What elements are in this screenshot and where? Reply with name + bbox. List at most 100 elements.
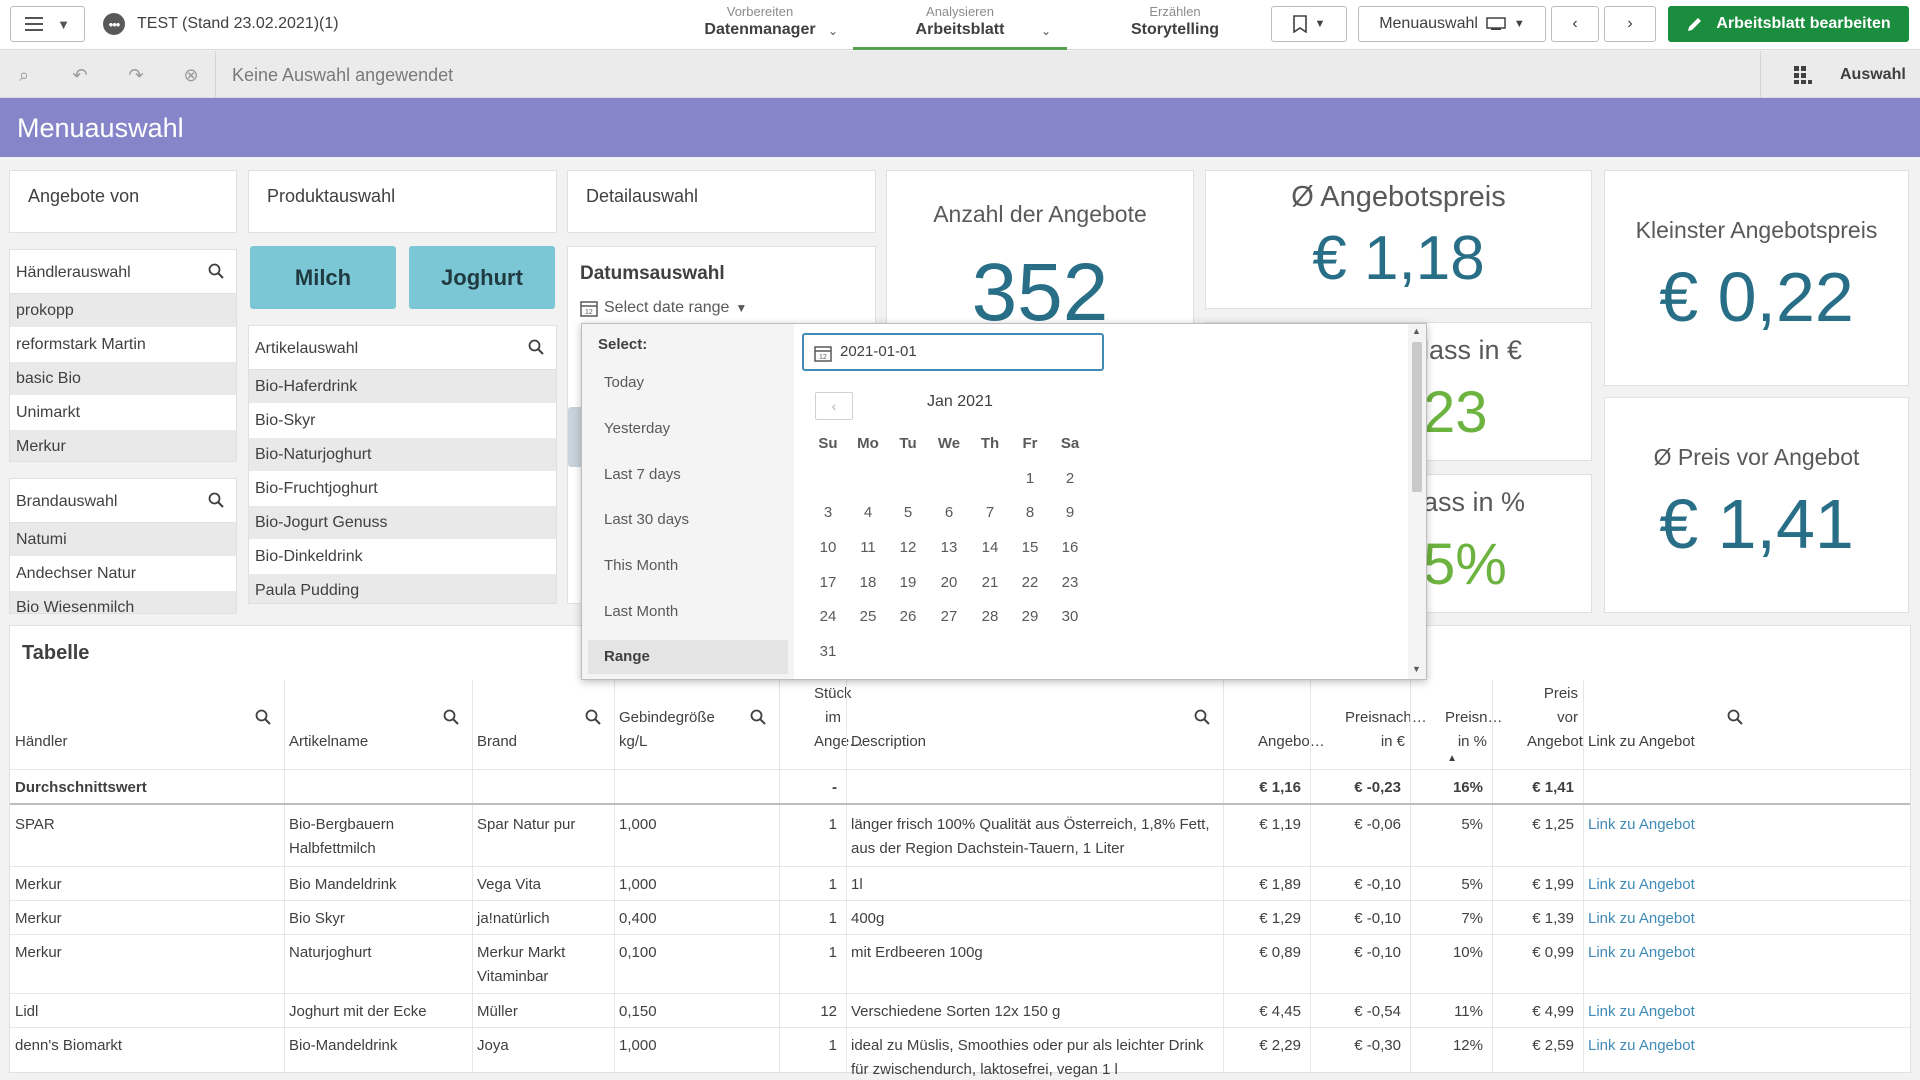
listbox-header[interactable]: Brandauswahl: [10, 479, 236, 523]
calendar-day[interactable]: 12: [888, 539, 928, 556]
scroll-up-icon[interactable]: ▲: [1412, 326, 1421, 336]
bookmark-button[interactable]: ▼: [1271, 6, 1347, 42]
calendar-day[interactable]: 2: [1050, 470, 1090, 487]
calendar-day[interactable]: 15: [1010, 539, 1050, 556]
calendar-day[interactable]: 17: [808, 574, 848, 591]
listbox-header[interactable]: Händlerauswahl: [10, 250, 236, 294]
tab-storytelling[interactable]: Erzählen Storytelling: [1100, 4, 1250, 50]
preset-range[interactable]: Range: [588, 640, 788, 674]
table-cell[interactable]: Link zu Angebot: [1588, 873, 1747, 897]
list-item[interactable]: Bio-Haferdrink: [249, 370, 556, 404]
table-cell[interactable]: Link zu Angebot: [1588, 813, 1747, 837]
joghurt-button[interactable]: Joghurt: [409, 246, 555, 309]
list-item[interactable]: Bio-Jogurt Genuss: [249, 506, 556, 540]
preset-yesterday[interactable]: Yesterday: [588, 412, 788, 446]
calendar-day[interactable]: 25: [848, 608, 888, 625]
preset-this-month[interactable]: This Month: [588, 549, 788, 583]
column-header[interactable]: Description: [851, 680, 1218, 762]
search-icon[interactable]: [585, 709, 601, 725]
step-back-icon[interactable]: ↶: [69, 64, 91, 86]
column-header[interactable]: Stück im Ange…: [784, 680, 864, 762]
next-sheet-button[interactable]: ›: [1604, 6, 1656, 42]
list-item[interactable]: Bio Wiesenmilch: [10, 591, 236, 613]
date-range-dropdown[interactable]: 12 Select date range ▼: [580, 299, 747, 317]
calendar-day[interactable]: 31: [808, 643, 848, 660]
column-header[interactable]: Link zu Angebot: [1588, 680, 1751, 762]
search-icon[interactable]: [528, 339, 544, 355]
step-forward-icon[interactable]: ↷: [125, 64, 147, 86]
prev-month-button[interactable]: ‹: [815, 392, 853, 420]
list-item[interactable]: Natumi: [10, 523, 236, 557]
list-item[interactable]: Paula Pudding: [249, 574, 556, 603]
column-header[interactable]: Preisnach… in €: [1315, 680, 1427, 762]
calendar-day[interactable]: 9: [1050, 504, 1090, 521]
list-item[interactable]: prokopp: [10, 294, 236, 328]
search-icon[interactable]: [1194, 709, 1210, 725]
preset-today[interactable]: Today: [588, 366, 788, 400]
calendar-day[interactable]: 7: [970, 504, 1010, 521]
calendar-day[interactable]: 4: [848, 504, 888, 521]
tab-datenmanager[interactable]: Vorbereiten Datenmanager ⌄: [680, 4, 840, 50]
popup-scrollbar[interactable]: ▲ ▼: [1408, 324, 1426, 679]
table-cell[interactable]: Link zu Angebot: [1588, 1034, 1747, 1058]
column-header[interactable]: Händler: [15, 680, 279, 762]
calendar-day[interactable]: 30: [1050, 608, 1090, 625]
milch-button[interactable]: Milch: [250, 246, 396, 309]
search-icon[interactable]: [443, 709, 459, 725]
preset-last-7-days[interactable]: Last 7 days: [588, 458, 788, 492]
table-row[interactable]: Merkur Bio Skyr ja!natürlich 0,400 1 400g € 1,…: [10, 900, 1910, 934]
list-item[interactable]: Unimarkt: [10, 396, 236, 430]
scroll-down-icon[interactable]: ▼: [1412, 664, 1421, 674]
column-header[interactable]: Gebindegröße kg/L: [619, 680, 774, 762]
calendar-day[interactable]: 19: [888, 574, 928, 591]
previous-sheet-button[interactable]: ‹: [1551, 6, 1599, 42]
calendar-day[interactable]: 29: [1010, 608, 1050, 625]
calendar-day[interactable]: 14: [970, 539, 1010, 556]
column-header[interactable]: Artikelname: [289, 680, 467, 762]
table-row[interactable]: Merkur Naturjoghurt Merkur Markt Vitaminba…: [10, 934, 1910, 993]
calendar-day[interactable]: 6: [929, 504, 969, 521]
calendar-day[interactable]: 8: [1010, 504, 1050, 521]
calendar-day[interactable]: 16: [1050, 539, 1090, 556]
calendar-day[interactable]: 28: [970, 608, 1010, 625]
main-menu-button[interactable]: ▼: [10, 6, 85, 42]
table-cell[interactable]: Link zu Angebot: [1588, 941, 1747, 965]
calendar-day[interactable]: 11: [848, 539, 888, 556]
search-icon[interactable]: [255, 709, 271, 725]
sort-asc-icon[interactable]: ▲: [1447, 753, 1457, 764]
search-icon[interactable]: [208, 492, 224, 508]
table-row[interactable]: denn's Biomarkt Bio-Mandeldrink Joya 1,000 1…: [10, 1027, 1910, 1077]
calendar-day[interactable]: 26: [888, 608, 928, 625]
list-item[interactable]: Merkur: [10, 430, 236, 461]
calendar-day[interactable]: 18: [848, 574, 888, 591]
artikel-listbox[interactable]: Artikelauswahl Bio-Haferdrink Bio-Skyr B…: [248, 325, 557, 604]
column-header[interactable]: Preis vor Angebot: [1497, 680, 1583, 762]
search-icon[interactable]: [750, 709, 766, 725]
grid-icon[interactable]: [1793, 65, 1813, 85]
list-item[interactable]: reformstark Martin: [10, 328, 236, 362]
edit-sheet-button[interactable]: Arbeitsblatt bearbeiten: [1668, 6, 1909, 42]
search-icon[interactable]: [1727, 709, 1743, 725]
clear-selections-icon[interactable]: ⊗: [180, 64, 202, 86]
calendar-day[interactable]: 22: [1010, 574, 1050, 591]
calendar-day[interactable]: 13: [929, 539, 969, 556]
column-header[interactable]: Preisn… in % ▲: [1415, 680, 1503, 764]
calendar-day[interactable]: 24: [808, 608, 848, 625]
brand-listbox[interactable]: Brandauswahl Natumi Andechser Natur Bio …: [9, 478, 237, 614]
date-picker-popup[interactable]: Select: Today Yesterday Last 7 days Last…: [581, 323, 1427, 680]
column-header[interactable]: Angebo…: [1228, 680, 1325, 762]
chevron-down-icon[interactable]: ⌄: [828, 24, 838, 38]
scrollbar-thumb[interactable]: [1412, 342, 1422, 492]
list-item[interactable]: basic Bio: [10, 362, 236, 396]
column-header[interactable]: Brand: [477, 680, 609, 762]
date-input[interactable]: 12 2021-01-01: [802, 333, 1104, 371]
sheet-selector[interactable]: Menuauswahl ▼: [1358, 6, 1546, 42]
search-icon[interactable]: [208, 263, 224, 279]
preset-last-month[interactable]: Last Month: [588, 595, 788, 629]
table-row[interactable]: Merkur Bio Mandeldrink Vega Vita 1,000 1 1l € …: [10, 866, 1910, 900]
list-item[interactable]: Bio-Skyr: [249, 404, 556, 438]
haendler-listbox[interactable]: Händlerauswahl prokopp reformstark Marti…: [9, 249, 237, 462]
preset-last-30-days[interactable]: Last 30 days: [588, 503, 788, 537]
smart-search-icon[interactable]: ⌕: [13, 64, 35, 86]
table-cell[interactable]: Link zu Angebot: [1588, 1000, 1747, 1024]
